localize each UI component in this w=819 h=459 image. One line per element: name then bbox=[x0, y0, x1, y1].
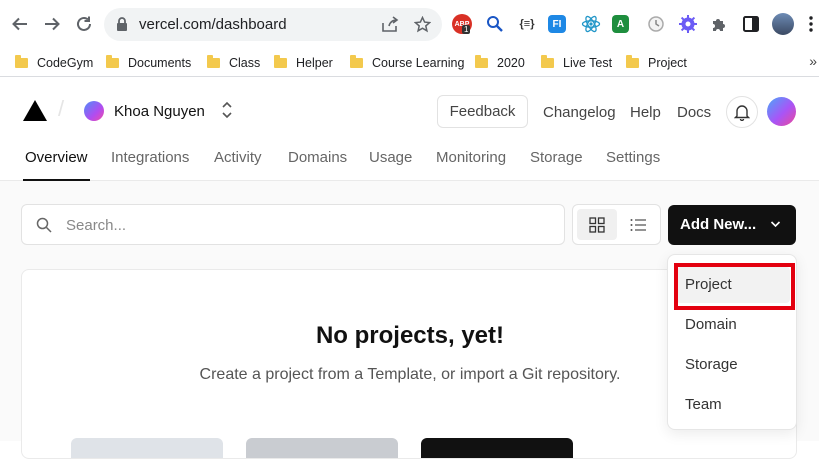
json-extension-icon[interactable]: {≡} bbox=[516, 13, 538, 35]
template-card[interactable] bbox=[246, 438, 398, 458]
lock-icon bbox=[117, 17, 127, 31]
menu-item-domain[interactable]: Domain bbox=[676, 307, 790, 343]
arrow-left-icon bbox=[12, 17, 27, 31]
puzzle-extensions-icon[interactable] bbox=[708, 13, 730, 35]
adblock-extension-icon[interactable]: ABP 1 bbox=[452, 14, 472, 34]
gear-extension-icon[interactable] bbox=[677, 13, 699, 35]
address-bar[interactable]: vercel.com/dashboard bbox=[104, 8, 442, 41]
timer-extension-icon[interactable] bbox=[645, 13, 667, 35]
bookmark-project[interactable]: Project bbox=[626, 53, 687, 73]
star-icon[interactable] bbox=[414, 16, 431, 33]
grid-view-button[interactable] bbox=[577, 209, 617, 240]
chevron-down-icon bbox=[770, 221, 781, 228]
tab-storage[interactable]: Storage bbox=[530, 149, 583, 166]
bookmark-class[interactable]: Class bbox=[207, 53, 260, 73]
back-button[interactable] bbox=[9, 13, 31, 35]
team-name[interactable]: Khoa Nguyen bbox=[114, 103, 205, 120]
bookmark-codegym[interactable]: CodeGym bbox=[15, 53, 93, 73]
list-icon bbox=[630, 218, 646, 231]
search-input[interactable]: Search... bbox=[21, 204, 565, 245]
bookmark-2020[interactable]: 2020 bbox=[475, 53, 525, 73]
tab-domains[interactable]: Domains bbox=[288, 149, 347, 166]
user-avatar[interactable] bbox=[767, 97, 796, 126]
changelog-link[interactable]: Changelog bbox=[543, 104, 616, 121]
team-avatar bbox=[84, 101, 104, 121]
bookmarks-bar: CodeGym Documents Class Helper Course Le… bbox=[0, 49, 819, 77]
search-icon bbox=[36, 217, 52, 233]
add-new-label: Add New... bbox=[680, 216, 757, 233]
add-new-button[interactable]: Add New... bbox=[668, 205, 796, 245]
dashboard-tabs: Overview Integrations Activity Domains U… bbox=[0, 140, 819, 181]
view-toggle bbox=[572, 204, 661, 245]
folder-icon bbox=[350, 55, 363, 68]
reload-button[interactable] bbox=[73, 13, 95, 35]
template-card[interactable] bbox=[71, 438, 223, 458]
tab-overview[interactable]: Overview bbox=[25, 149, 88, 166]
tab-usage[interactable]: Usage bbox=[369, 149, 412, 166]
reload-icon bbox=[77, 16, 91, 31]
bookmark-documents[interactable]: Documents bbox=[106, 53, 191, 73]
help-link[interactable]: Help bbox=[630, 104, 661, 121]
more-bookmarks-button[interactable]: » bbox=[809, 53, 817, 69]
folder-icon bbox=[207, 55, 220, 68]
chevron-up-down-icon[interactable] bbox=[221, 100, 233, 120]
arrow-right-icon bbox=[45, 17, 60, 31]
bookmark-course-learning[interactable]: Course Learning bbox=[350, 53, 464, 73]
folder-icon bbox=[106, 55, 119, 68]
react-devtools-icon[interactable] bbox=[580, 13, 602, 35]
bell-icon bbox=[734, 104, 750, 121]
tab-activity[interactable]: Activity bbox=[214, 149, 262, 166]
folder-icon bbox=[475, 55, 488, 68]
tab-settings[interactable]: Settings bbox=[606, 149, 660, 166]
menu-item-project[interactable]: Project bbox=[676, 267, 790, 303]
folder-icon bbox=[626, 55, 639, 68]
bookmark-helper[interactable]: Helper bbox=[274, 53, 333, 73]
extension-badge: 1 bbox=[462, 25, 471, 34]
font-extension-icon[interactable]: FI bbox=[548, 15, 566, 33]
side-panel-icon[interactable] bbox=[740, 13, 762, 35]
template-card[interactable] bbox=[421, 438, 573, 458]
grid-icon bbox=[589, 216, 605, 233]
tab-monitoring[interactable]: Monitoring bbox=[436, 149, 506, 166]
browser-menu-icon[interactable] bbox=[806, 13, 816, 35]
share-icon[interactable] bbox=[381, 16, 399, 33]
search-placeholder: Search... bbox=[66, 217, 127, 234]
folder-icon bbox=[541, 55, 554, 68]
browser-toolbar: vercel.com/dashboard ABP 1 {≡} FI A bbox=[0, 0, 819, 49]
url-text: vercel.com/dashboard bbox=[139, 16, 287, 33]
docs-link[interactable]: Docs bbox=[677, 104, 711, 121]
add-new-dropdown-menu: Project Domain Storage Team bbox=[667, 254, 797, 430]
bookmark-live-test[interactable]: Live Test bbox=[541, 53, 612, 73]
breadcrumb-separator: / bbox=[58, 96, 65, 121]
sheets-extension-icon[interactable]: A bbox=[612, 15, 629, 33]
vercel-logo-icon[interactable] bbox=[23, 100, 47, 121]
folder-icon bbox=[274, 55, 287, 68]
forward-button[interactable] bbox=[41, 13, 63, 35]
menu-item-team[interactable]: Team bbox=[676, 387, 790, 423]
menu-item-storage[interactable]: Storage bbox=[676, 347, 790, 383]
tab-integrations[interactable]: Integrations bbox=[111, 149, 189, 166]
feedback-button[interactable]: Feedback bbox=[437, 95, 528, 128]
profile-avatar[interactable] bbox=[772, 13, 794, 35]
folder-icon bbox=[15, 55, 28, 68]
search-extension-icon[interactable] bbox=[484, 13, 506, 35]
notifications-button[interactable] bbox=[726, 96, 758, 128]
list-view-button[interactable] bbox=[618, 209, 658, 240]
